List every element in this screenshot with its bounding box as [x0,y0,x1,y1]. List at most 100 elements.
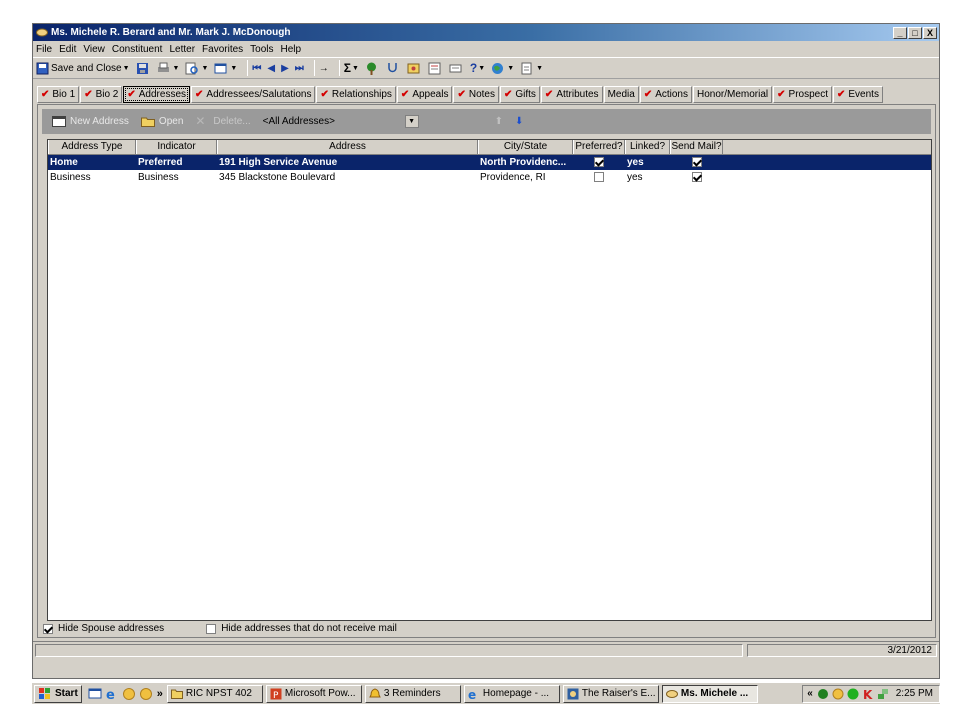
notes-button[interactable] [428,62,443,75]
move-up-button[interactable]: ⬆ [495,116,503,127]
check-icon: ✔ [777,89,786,100]
show-desktop-icon[interactable] [88,687,102,701]
menu-tools[interactable]: Tools [250,44,273,55]
network-icon[interactable] [877,688,889,700]
minimize-button[interactable]: _ [893,26,907,39]
clock[interactable]: 2:25 PM [896,688,933,699]
taskbar-item-constituent-record[interactable]: Ms. Michele ... [661,684,758,703]
cell-linked: yes [627,157,644,168]
tab-bio-2[interactable]: ✔ Bio 2 [80,86,123,103]
column-header-send-mail[interactable]: Send Mail? [670,140,723,154]
first-record-button[interactable]: ⏮ [252,63,261,74]
menu-view[interactable]: View [83,44,105,55]
column-header-city-state[interactable]: City/State [478,140,573,154]
tab-honor-memorial[interactable]: Honor/Memorial [693,86,773,103]
messenger-tray-icon[interactable] [832,688,844,700]
maximize-button[interactable]: □ [908,26,922,39]
column-header-linked[interactable]: Linked? [625,140,670,154]
tab-media[interactable]: Media [603,86,639,103]
tab-prospect[interactable]: ✔ Prospect [773,86,832,103]
column-header-indicator[interactable]: Indicator [136,140,217,154]
tree-button[interactable] [365,62,380,75]
close-button[interactable]: X [923,26,937,39]
taskbar-item-reminders[interactable]: 3 Reminders [364,684,461,703]
menu-favorites[interactable]: Favorites [202,44,243,55]
column-header-address-type[interactable]: Address Type [48,140,136,154]
tab-notes[interactable]: ✔ Notes [453,86,499,103]
tab-gifts[interactable]: ✔ Gifts [499,86,540,103]
address-filter-select[interactable]: <All Addresses> ▼ [263,115,419,128]
open-button[interactable]: Open [140,116,183,127]
quick-launch-overflow[interactable]: » [157,688,163,700]
save-and-close-button[interactable]: Save and Close ▼ [36,62,130,75]
properties-button[interactable]: ▼ [214,62,237,75]
menu-help[interactable]: Help [281,44,302,55]
print-button[interactable]: ▼ [157,62,179,75]
status-green-icon[interactable] [847,688,859,700]
tab-appeals[interactable]: ✔ Appeals [396,86,453,103]
k-app-icon[interactable]: K [862,688,874,702]
svg-text:P: P [273,691,279,700]
tab-actions[interactable]: ✔ Actions [639,86,692,103]
globe-icon [491,62,504,75]
goto-button[interactable]: → [319,63,329,74]
previous-record-button[interactable]: ◀ [267,63,275,74]
web-button[interactable]: ▼ [491,62,514,75]
photo-button[interactable] [407,62,422,75]
title-bar[interactable]: Ms. Michele R. Berard and Mr. Mark J. Mc… [33,24,939,41]
move-down-button[interactable]: ⬇ [515,116,523,127]
preferred-checkbox[interactable] [594,157,604,168]
taskbar-item-raisers-edge[interactable]: The Raiser's E... [562,684,659,703]
chevron-down-icon[interactable]: ▼ [404,115,419,128]
document-button[interactable]: ▼ [520,62,543,75]
preferred-checkbox[interactable] [594,172,604,183]
column-header-address[interactable]: Address [217,140,478,154]
summary-button[interactable]: Σ ▼ [344,61,359,75]
tray-expand-button[interactable]: « [807,688,813,699]
menu-edit[interactable]: Edit [59,44,76,55]
tab-bio-1[interactable]: ✔ Bio 1 [37,86,80,103]
tab-addresses[interactable]: ✔ Addresses [123,86,191,103]
svg-text:e: e [106,688,115,701]
raisers-edge-icon [36,28,48,37]
card-button[interactable] [449,62,464,75]
check-icon: ✔ [41,89,50,100]
hide-nomail-option[interactable]: Hide addresses that do not receive mail [206,623,397,634]
tab-addressees-salutations[interactable]: ✔ Addressees/Salutations [191,86,316,103]
messenger-icon[interactable] [122,687,136,701]
preview-button[interactable]: ▼ [185,62,208,75]
svg-text:K: K [863,688,873,700]
smiley-icon[interactable] [139,687,153,701]
taskbar-item-powerpoint[interactable]: P Microsoft Pow... [265,684,362,703]
delete-button[interactable]: ✕ Delete... [195,115,250,127]
last-record-button[interactable]: ⏭ [295,63,304,74]
stethoscope-button[interactable] [386,62,401,75]
menu-letter[interactable]: Letter [169,44,195,55]
menu-file[interactable]: File [36,44,52,55]
start-button[interactable]: Start [34,684,82,703]
hide-spouse-option[interactable]: Hide Spouse addresses [43,623,164,634]
help-button[interactable]: ? ▼ [470,61,485,75]
send-mail-checkbox[interactable] [691,157,702,168]
menu-constituent[interactable]: Constituent [112,44,163,55]
tab-events[interactable]: ✔ Events [833,86,883,103]
send-mail-checkbox[interactable] [691,172,702,183]
cell-indicator: Preferred [138,157,183,168]
taskbar-item-ric-npst[interactable]: RIC NPST 402 [166,684,263,703]
internet-explorer-icon[interactable]: e [105,687,119,703]
new-address-button[interactable]: New Address [52,116,129,127]
save-button[interactable] [136,62,151,75]
hide-nomail-checkbox[interactable] [206,623,217,634]
toolbar-separator [338,60,340,76]
hide-spouse-checkbox[interactable] [43,623,53,634]
table-row[interactable]: Business Business 345 Blackstone Bouleva… [48,170,931,185]
document-icon [520,62,533,75]
virus-shield-icon[interactable] [817,688,829,700]
next-record-button[interactable]: ▶ [281,63,289,74]
table-row[interactable]: Home Preferred 191 High Service Avenue N… [48,155,931,170]
save-close-icon [36,62,49,75]
tab-relationships[interactable]: ✔ Relationships [316,86,396,103]
tab-attributes[interactable]: ✔ Attributes [540,86,603,103]
taskbar-item-homepage[interactable]: e Homepage - ... [463,684,560,703]
column-header-preferred[interactable]: Preferred? [573,140,625,154]
